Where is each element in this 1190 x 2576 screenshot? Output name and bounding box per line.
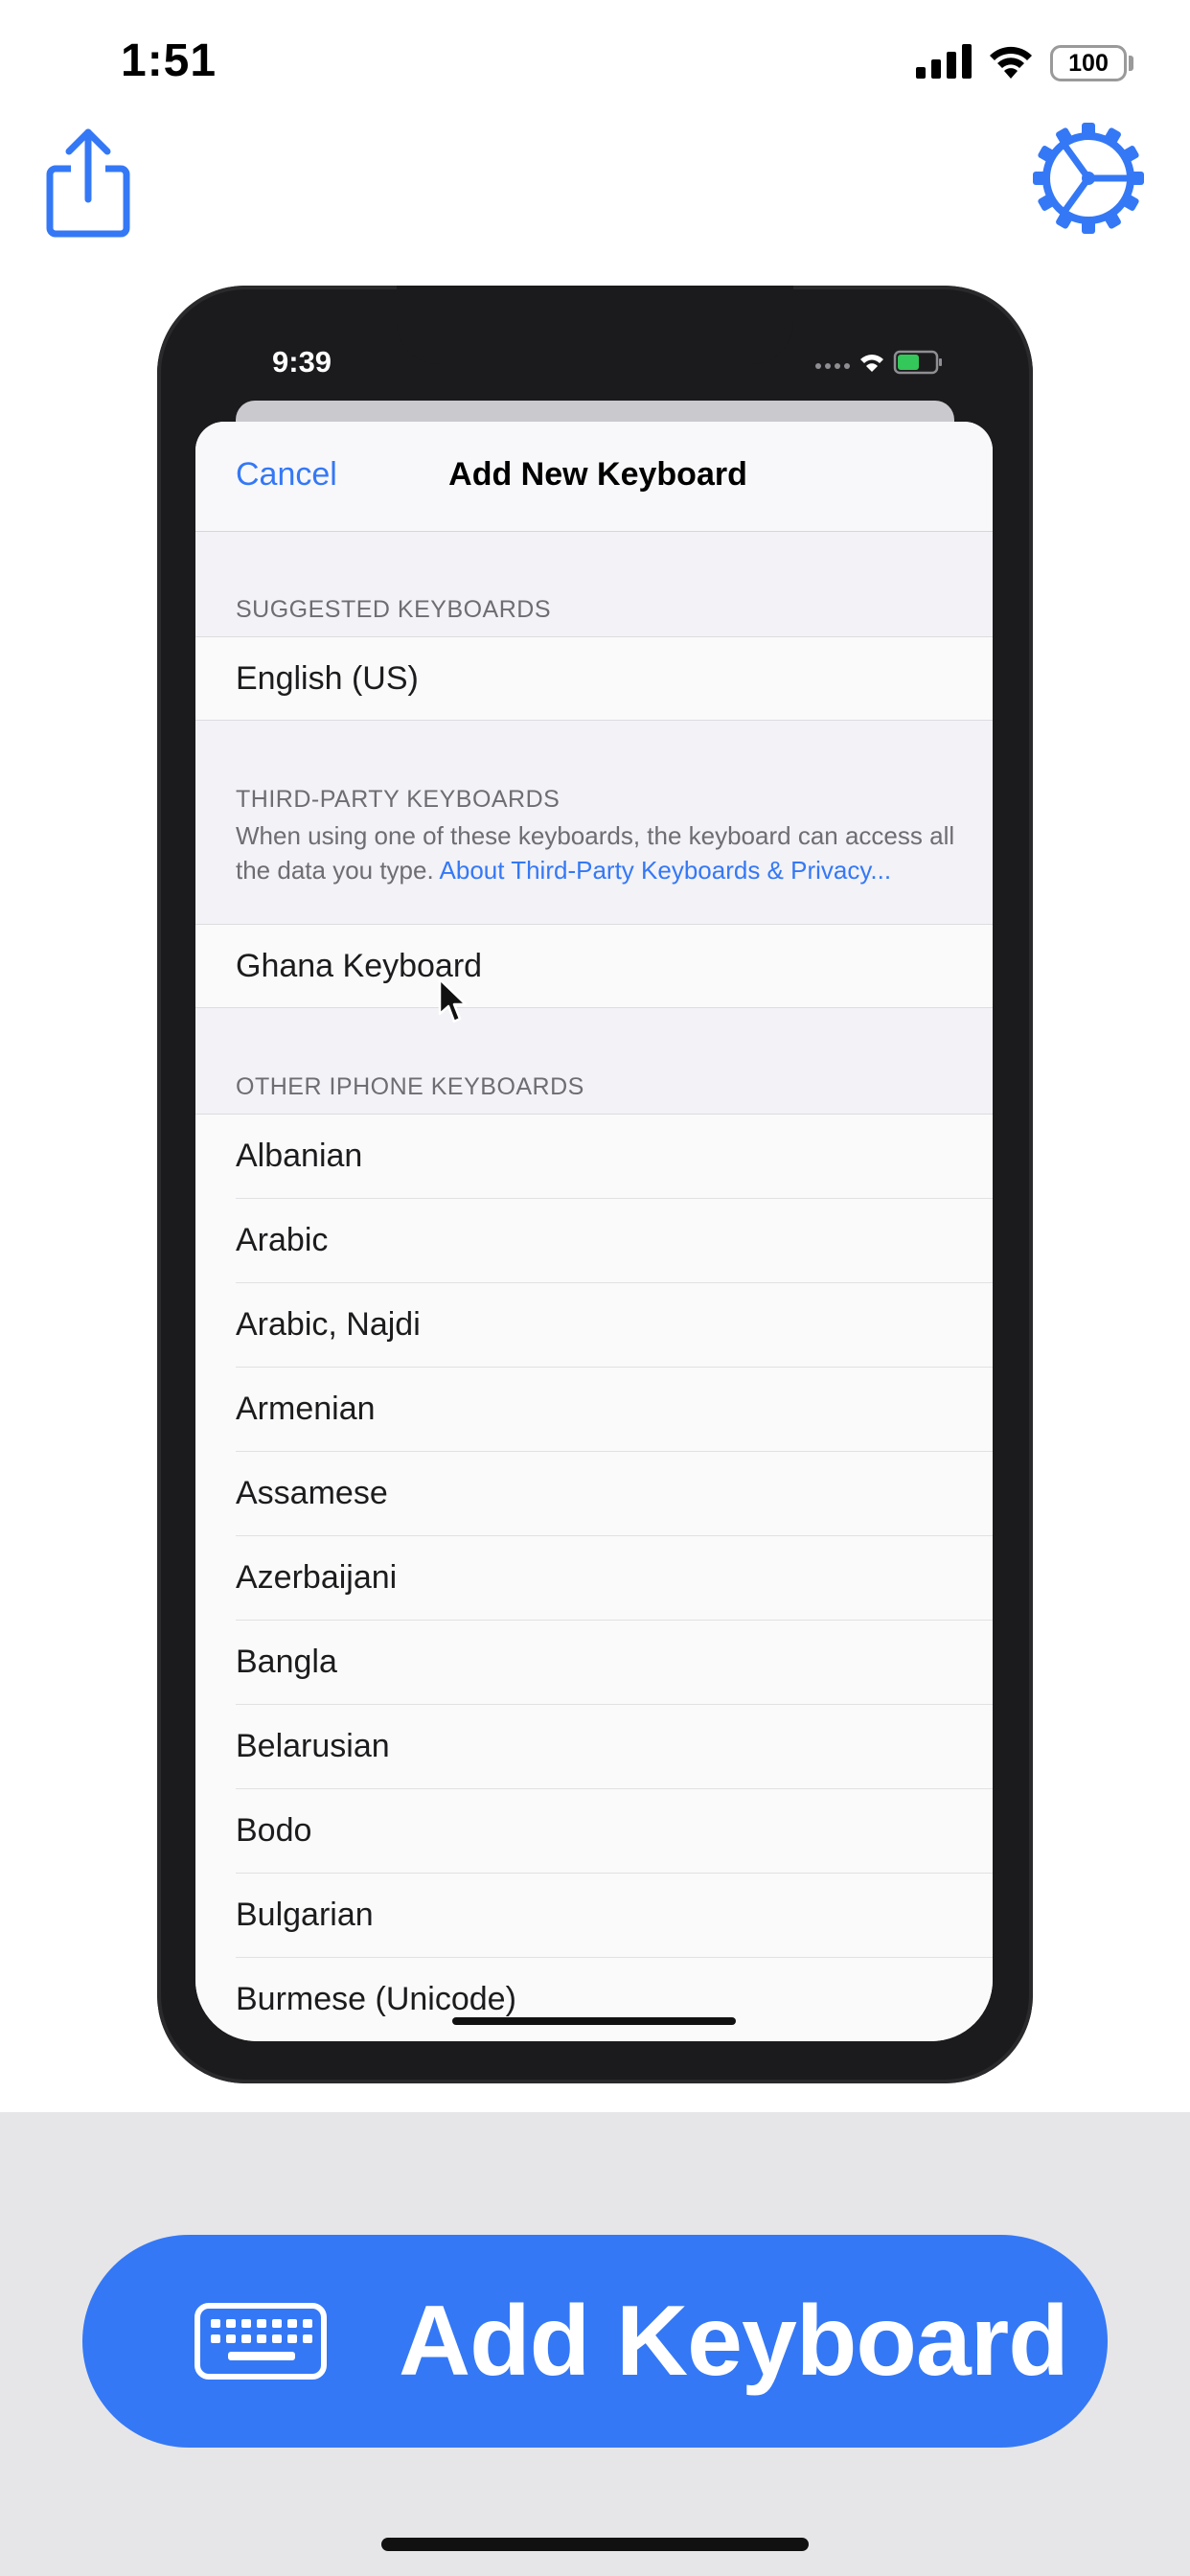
phone-notch	[397, 286, 793, 364]
third-party-keyboards-group: Ghana Keyboard	[195, 924, 993, 1008]
list-item[interactable]: Armenian	[195, 1368, 993, 1452]
preview-home-indicator	[452, 2017, 736, 2025]
add-keyboard-label: Add Keyboard	[399, 2286, 1069, 2397]
battery-icon: 100	[1050, 45, 1127, 81]
wifi-icon	[990, 46, 1032, 79]
gear-icon[interactable]	[1033, 123, 1144, 234]
battery-cap	[1129, 56, 1133, 71]
share-icon[interactable]	[42, 125, 134, 240]
home-indicator	[381, 2538, 809, 2551]
keyboard-icon	[195, 2303, 327, 2380]
list-item[interactable]: Ghana Keyboard	[195, 925, 993, 1009]
list-item[interactable]: Bodo	[195, 1789, 993, 1874]
list-item[interactable]: Bulgarian	[195, 1874, 993, 1958]
list-item[interactable]: Burmese (Unicode)	[195, 1958, 993, 2041]
list-item[interactable]: Azerbaijani	[195, 1536, 993, 1621]
list-item[interactable]: Arabic, Najdi	[195, 1283, 993, 1368]
third-party-keyboards-header: THIRD-PARTY KEYBOARDS	[236, 786, 561, 813]
status-time: 1:51	[121, 35, 217, 86]
list-item[interactable]: Albanian	[195, 1115, 993, 1199]
third-party-description: When using one of these keyboards, the k…	[236, 821, 955, 885]
list-item[interactable]: Assamese	[195, 1452, 993, 1536]
list-item[interactable]: English (US)	[195, 637, 993, 722]
suggested-keyboards-group: English (US)	[195, 636, 993, 721]
other-keyboards-header: OTHER IPHONE KEYBOARDS	[236, 1073, 584, 1100]
battery-level: 100	[1068, 49, 1109, 77]
sheet-navbar: Cancel Add New Keyboard	[195, 422, 993, 532]
add-keyboard-sheet: Cancel Add New Keyboard SUGGESTED KEYBOA…	[195, 422, 993, 2041]
status-bar: 1:51 100	[0, 0, 1190, 125]
preview-status-time: 9:39	[272, 345, 332, 379]
sheet-title: Add New Keyboard	[448, 456, 747, 493]
mouse-pointer-icon	[438, 978, 468, 1024]
cellular-signal-icon	[916, 44, 972, 79]
third-party-privacy-link[interactable]: About Third-Party Keyboards & Privacy...	[440, 856, 892, 885]
other-keyboards-group: Albanian Arabic Arabic, Najdi Armenian A…	[195, 1114, 993, 2041]
suggested-keyboards-header: SUGGESTED KEYBOARDS	[236, 596, 552, 623]
preview-status-icons	[815, 350, 942, 375]
list-item[interactable]: Belarusian	[195, 1705, 993, 1789]
list-item[interactable]: Bangla	[195, 1621, 993, 1705]
add-keyboard-button[interactable]: Add Keyboard	[82, 2235, 1108, 2448]
list-item[interactable]: Arabic	[195, 1199, 993, 1283]
